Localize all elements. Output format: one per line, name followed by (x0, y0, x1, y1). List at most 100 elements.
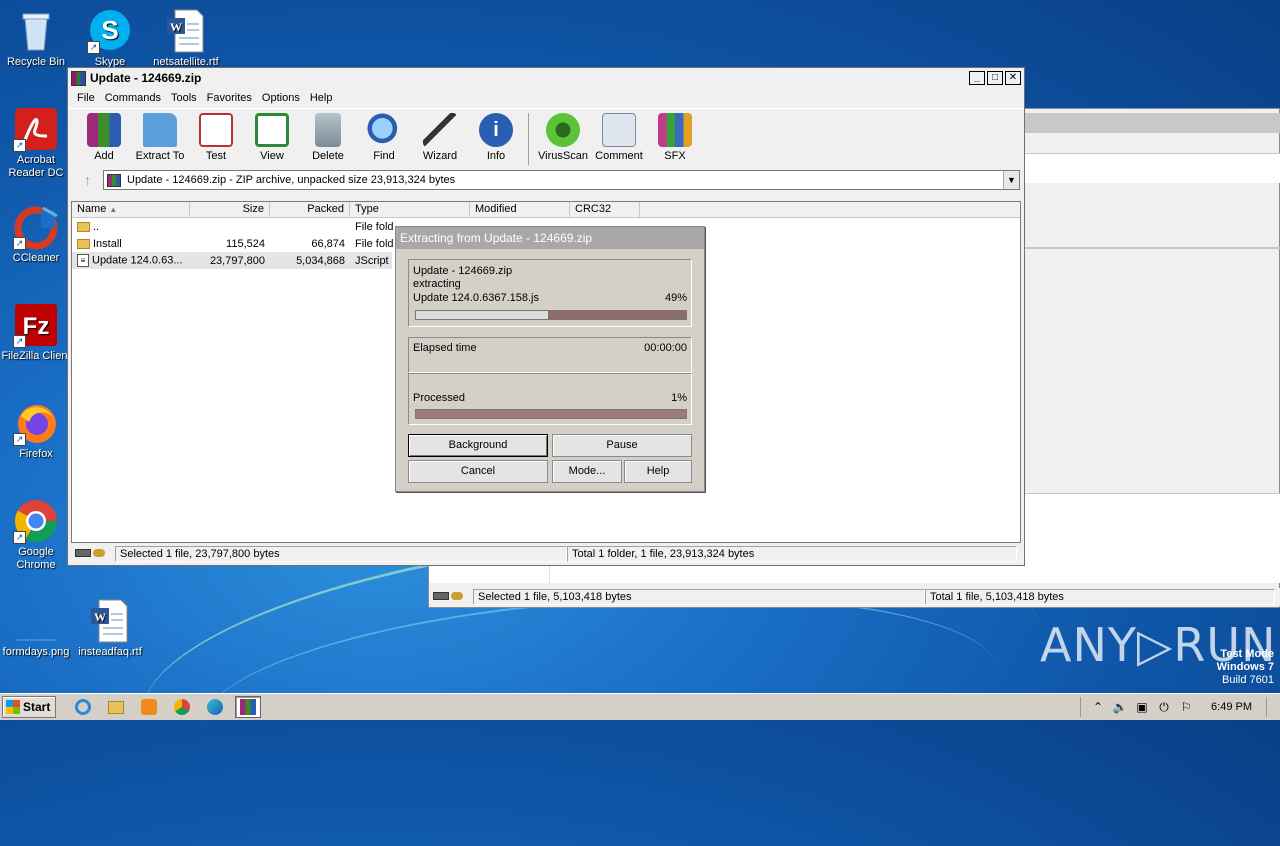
file-name: Install (93, 237, 122, 250)
desktop-icon-label: Recycle Bin (6, 56, 66, 68)
winrar-app-icon (71, 70, 86, 86)
desktop-icon-filezilla[interactable]: Fz ↗ FileZilla Client (0, 302, 74, 363)
wizard-button[interactable]: Wizard (412, 113, 468, 162)
test-button[interactable]: Test (188, 113, 244, 162)
media-player-icon (141, 699, 157, 715)
taskbar-explorer[interactable] (103, 696, 129, 718)
info-icon: i (479, 113, 513, 147)
sfx-button[interactable]: SFX (647, 113, 703, 162)
maximize-button[interactable]: □ (987, 71, 1003, 85)
menu-help[interactable]: Help (305, 92, 338, 104)
archive-icon (107, 173, 121, 187)
file-progress-bar (415, 310, 687, 320)
sort-ascending-icon: ▲ (109, 205, 118, 214)
view-button[interactable]: View (244, 113, 300, 162)
system-tray: ⌃ 🔈 ▣ ⏻ ⚐ 6:49 PM (1080, 694, 1280, 720)
network-icon[interactable]: ▣ (1134, 699, 1150, 715)
clock[interactable]: 6:49 PM (1211, 701, 1252, 713)
menu-file[interactable]: File (72, 92, 100, 104)
power-icon[interactable]: ⏻ (1156, 699, 1172, 715)
current-file: Update 124.0.6367.158.js (413, 292, 539, 304)
menu-options[interactable]: Options (257, 92, 305, 104)
virusscan-button[interactable]: VirusScan (535, 113, 591, 162)
address-input[interactable]: Update - 124669.zip - ZIP archive, unpac… (103, 170, 1020, 190)
shortcut-arrow-icon: ↗ (87, 41, 100, 54)
svg-text:Fz: Fz (23, 313, 50, 340)
taskbar: Start ⌃ 🔈 ▣ ⏻ ⚐ 6:49 PM (0, 693, 1280, 720)
column-size[interactable]: Size (190, 202, 270, 217)
winrar-titlebar[interactable]: Update - 124669.zip _ □ ✕ (68, 68, 1024, 88)
desktop-icon-skype[interactable]: S ↗ Skype (72, 8, 148, 69)
status-selected: Selected 1 file, 23,797,800 bytes (115, 546, 567, 562)
desktop-icon-chrome[interactable]: ↗ Google Chrome (0, 498, 74, 572)
menu-tools[interactable]: Tools (166, 92, 202, 104)
toolbar: Add Extract To Test View Delete Find Wiz… (68, 108, 1024, 168)
magnifier-icon (367, 113, 401, 147)
delete-button[interactable]: Delete (300, 113, 356, 162)
background-button[interactable]: Background (408, 434, 548, 457)
pause-button[interactable]: Pause (552, 434, 692, 457)
file-row-update-js[interactable]: ≡ Update 124.0.63... 23,797,800 5,034,868… (72, 252, 392, 269)
add-button[interactable]: Add (76, 113, 132, 162)
file-packed: 5,034,868 (296, 254, 345, 267)
shortcut-arrow-icon: ↗ (13, 531, 26, 544)
find-button[interactable]: Find (356, 113, 412, 162)
taskbar-ie[interactable] (70, 696, 96, 718)
chrome-icon (174, 699, 190, 715)
column-crc32[interactable]: CRC32 (570, 202, 640, 217)
desktop-icon-insteadfaq[interactable]: W insteadfaq.rtf (72, 598, 148, 659)
column-headers: Name ▲ Size Packed Type Modified CRC32 (72, 202, 1020, 218)
desktop-icon-ccleaner[interactable]: ↗ CCleaner (0, 204, 74, 265)
drive-icon (433, 592, 449, 601)
start-label: Start (23, 700, 51, 714)
column-packed[interactable]: Packed (270, 202, 350, 217)
elapsed-label: Elapsed time (413, 342, 477, 354)
extract-to-button[interactable]: Extract To (132, 113, 188, 162)
status-icons (429, 589, 473, 605)
show-hidden-icons-icon[interactable]: ⌃ (1090, 699, 1106, 715)
column-name[interactable]: Name ▲ (72, 202, 190, 217)
extract-progress-dialog[interactable]: Extracting from Update - 124669.zip Upda… (395, 226, 705, 492)
action-center-flag-icon[interactable]: ⚐ (1178, 699, 1194, 715)
column-type[interactable]: Type (350, 202, 470, 217)
desktop-icon-firefox[interactable]: ↗ Firefox (0, 400, 74, 461)
minimize-button[interactable]: _ (969, 71, 985, 85)
ccleaner-icon: ↗ (13, 204, 59, 250)
close-button[interactable]: ✕ (1005, 71, 1021, 85)
show-desktop-button[interactable] (1266, 697, 1280, 717)
taskbar-chrome[interactable] (169, 696, 195, 718)
comment-button[interactable]: Comment (591, 113, 647, 162)
volume-icon[interactable]: 🔈 (1112, 699, 1128, 715)
divider (1025, 247, 1280, 249)
window-title: Update - 124669.zip (90, 71, 202, 85)
statusbar: Selected 1 file, 23,797,800 bytes Total … (71, 545, 1023, 563)
taskbar-edge[interactable] (202, 696, 228, 718)
tool-label: VirusScan (538, 150, 588, 162)
desktop-icon-netsatellite[interactable]: W netsatellite.rtf (148, 8, 224, 69)
start-button[interactable]: Start (2, 696, 56, 718)
view-book-icon (255, 113, 289, 147)
help-button[interactable]: Help (624, 460, 692, 483)
menu-favorites[interactable]: Favorites (202, 92, 257, 104)
taskbar-media-player[interactable] (136, 696, 162, 718)
word-document-icon: W (163, 8, 209, 54)
mode-button[interactable]: Mode... (552, 460, 622, 483)
svg-text:W: W (94, 610, 106, 624)
internet-explorer-icon (75, 699, 91, 715)
menu-commands[interactable]: Commands (100, 92, 166, 104)
cancel-button[interactable]: Cancel (408, 460, 548, 483)
address-text: Update - 124669.zip - ZIP archive, unpac… (127, 174, 456, 186)
taskbar-winrar[interactable] (235, 696, 261, 718)
desktop-icon-acrobat[interactable]: ↗ Acrobat Reader DC (0, 106, 74, 180)
desktop-icon-recycle-bin[interactable]: Recycle Bin (0, 8, 74, 69)
info-button[interactable]: i Info (468, 113, 524, 162)
column-modified[interactable]: Modified (470, 202, 570, 217)
edge-icon (207, 699, 223, 715)
desktop-icon-formdays[interactable]: formdays.png (0, 598, 74, 659)
desktop-icon-label: Acrobat Reader DC (8, 154, 64, 179)
action-text: extracting (413, 278, 461, 290)
address-dropdown-button[interactable]: ▼ (1003, 171, 1019, 189)
up-arrow-icon[interactable]: ↑ (84, 172, 91, 188)
elapsed-value: 00:00:00 (644, 342, 687, 354)
desktop-icon-label: Firefox (19, 448, 53, 460)
